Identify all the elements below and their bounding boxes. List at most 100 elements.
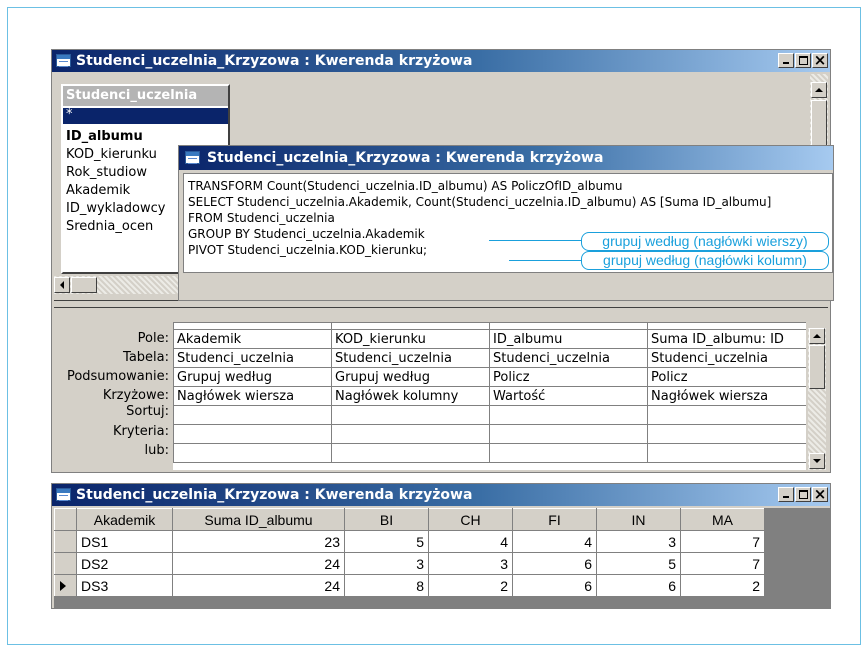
design-window-titlebar[interactable]: Studenci_uczelnia_Krzyzowa : Kwerenda kr… bbox=[52, 50, 830, 72]
close-button[interactable] bbox=[812, 51, 828, 69]
grid-cell[interactable]: Akademik bbox=[173, 329, 332, 349]
grid-cell[interactable] bbox=[647, 405, 806, 425]
sql-line-select: SELECT Studenci_uczelnia.Akademik, Count… bbox=[188, 195, 772, 209]
query-app-icon bbox=[185, 151, 200, 164]
column-header[interactable]: FI bbox=[512, 508, 597, 531]
grid-cell[interactable]: Studenci_uczelnia bbox=[647, 348, 806, 368]
grid-cell[interactable]: KOD_kierunku bbox=[331, 329, 490, 349]
table-cell[interactable]: 7 bbox=[680, 552, 765, 575]
table-cell[interactable]: 8 bbox=[344, 574, 429, 597]
column-header[interactable]: Suma ID_albumu bbox=[172, 508, 345, 531]
table-cell[interactable]: 24 bbox=[172, 574, 345, 597]
grid-cell[interactable] bbox=[489, 443, 648, 463]
grid-cell[interactable]: Nagłówek wiersza bbox=[647, 386, 806, 406]
column-header[interactable]: BI bbox=[344, 508, 429, 531]
grid-cell[interactable]: Studenci_uczelnia bbox=[173, 348, 332, 368]
grid-cell[interactable]: Nagłówek wiersza bbox=[173, 386, 332, 406]
table-cell[interactable]: 6 bbox=[512, 574, 597, 597]
grid-vscroll[interactable] bbox=[808, 328, 826, 470]
scroll-left-button[interactable] bbox=[54, 277, 70, 293]
table-cell[interactable]: 6 bbox=[512, 552, 597, 575]
table-cell[interactable]: 6 bbox=[596, 574, 681, 597]
table-cell[interactable]: 2 bbox=[428, 574, 513, 597]
qbe-row-labels: Pole: Tabela: Podsumowanie: Krzyżowe: So… bbox=[52, 331, 169, 471]
table-cell[interactable]: 5 bbox=[596, 552, 681, 575]
table-cell[interactable]: 3 bbox=[596, 530, 681, 553]
table-field-id-albumu[interactable]: ID_albumu bbox=[63, 128, 228, 146]
table-box-title[interactable]: Studenci_uczelnia bbox=[63, 86, 228, 106]
column-header[interactable]: IN bbox=[596, 508, 681, 531]
grid-cell[interactable]: Grupuj według bbox=[173, 367, 332, 387]
table-cell[interactable]: 3 bbox=[344, 552, 429, 575]
grid-cell[interactable] bbox=[647, 424, 806, 444]
grid-cell[interactable] bbox=[173, 424, 332, 444]
table-row: DS2 24 3 3 6 5 7 bbox=[54, 552, 765, 575]
table-cell[interactable]: 2 bbox=[680, 574, 765, 597]
row-label-krzyzowe: Krzyżowe: bbox=[102, 388, 169, 403]
record-selector[interactable] bbox=[54, 552, 77, 575]
column-header[interactable]: CH bbox=[428, 508, 513, 531]
grid-cell[interactable] bbox=[331, 443, 490, 463]
grid-cell[interactable] bbox=[173, 443, 332, 463]
grid-cell[interactable]: Studenci_uczelnia bbox=[331, 348, 490, 368]
maximize-button[interactable] bbox=[795, 487, 811, 502]
column-selector[interactable] bbox=[647, 322, 806, 330]
grid-cell[interactable] bbox=[331, 405, 490, 425]
column-selector[interactable] bbox=[173, 322, 332, 330]
grid-cell[interactable]: Policz bbox=[489, 367, 648, 387]
grid-scroll-thumb[interactable] bbox=[809, 345, 825, 389]
current-record-arrow-icon bbox=[60, 581, 66, 591]
grid-cell[interactable]: Grupuj według bbox=[331, 367, 490, 387]
scroll-up-button[interactable] bbox=[811, 82, 827, 98]
record-selector-current[interactable] bbox=[54, 574, 77, 597]
grid-cell[interactable] bbox=[173, 405, 332, 425]
table-cell[interactable]: DS3 bbox=[76, 574, 173, 597]
grid-cell[interactable]: Wartość bbox=[489, 386, 648, 406]
table-cell[interactable]: 4 bbox=[428, 530, 513, 553]
table-field-star[interactable]: * bbox=[63, 108, 228, 124]
datasheet-area: Akademik Suma ID_albumu BI CH FI IN MA D… bbox=[54, 508, 830, 608]
grid-cell[interactable]: Suma ID_albumu: ID bbox=[647, 329, 806, 349]
grid-scroll-up-button[interactable] bbox=[809, 328, 825, 344]
column-selector[interactable] bbox=[489, 322, 648, 330]
table-cell[interactable]: 4 bbox=[512, 530, 597, 553]
pane-splitter[interactable] bbox=[54, 300, 828, 308]
minimize-button[interactable] bbox=[778, 53, 794, 68]
grid-cell[interactable]: Nagłówek kolumny bbox=[331, 386, 490, 406]
sql-line-transform: TRANSFORM Count(Studenci_uczelnia.ID_alb… bbox=[188, 179, 623, 193]
table-cell[interactable]: 24 bbox=[172, 552, 345, 575]
record-selector[interactable] bbox=[54, 530, 77, 553]
table-row: DS1 23 5 4 4 3 7 bbox=[54, 530, 765, 553]
hscroll-thumb[interactable] bbox=[71, 277, 97, 293]
minimize-button[interactable] bbox=[778, 487, 794, 502]
grid-cell[interactable]: ID_albumu bbox=[489, 329, 648, 349]
result-window-titlebar[interactable]: Studenci_uczelnia_Krzyzowa : Kwerenda kr… bbox=[52, 484, 830, 506]
grid-cell[interactable] bbox=[489, 405, 648, 425]
table-cell[interactable]: 23 bbox=[172, 530, 345, 553]
column-header[interactable]: MA bbox=[680, 508, 765, 531]
grid-row-pole: Akademik KOD_kierunku ID_albumu Suma ID_… bbox=[173, 329, 806, 349]
table-cell[interactable]: 3 bbox=[428, 552, 513, 575]
grid-scroll-down-button[interactable] bbox=[809, 453, 825, 469]
grid-cell[interactable] bbox=[647, 443, 806, 463]
datasheet-table: Akademik Suma ID_albumu BI CH FI IN MA D… bbox=[54, 508, 765, 597]
datasheet-header-row: Akademik Suma ID_albumu BI CH FI IN MA bbox=[54, 508, 765, 531]
grid-cell[interactable]: Studenci_uczelnia bbox=[489, 348, 648, 368]
row-label-lub: lub: bbox=[144, 443, 169, 458]
row-label-tabela: Tabela: bbox=[123, 350, 169, 365]
column-selector[interactable] bbox=[331, 322, 490, 330]
sql-window-titlebar[interactable]: Studenci_uczelnia_Krzyzowa : Kwerenda kr… bbox=[179, 146, 833, 170]
column-header[interactable]: Akademik bbox=[76, 508, 173, 531]
column-selector-row bbox=[173, 322, 806, 330]
result-window-title: Studenci_uczelnia_Krzyzowa : Kwerenda kr… bbox=[76, 487, 473, 503]
grid-cell[interactable] bbox=[331, 424, 490, 444]
close-button[interactable] bbox=[812, 485, 828, 503]
table-cell[interactable]: 5 bbox=[344, 530, 429, 553]
maximize-button[interactable] bbox=[795, 53, 811, 68]
grid-cell[interactable]: Policz bbox=[647, 367, 806, 387]
table-cell[interactable]: DS2 bbox=[76, 552, 173, 575]
table-cell[interactable]: 7 bbox=[680, 530, 765, 553]
select-all-corner[interactable] bbox=[54, 508, 77, 531]
grid-cell[interactable] bbox=[489, 424, 648, 444]
table-cell[interactable]: DS1 bbox=[76, 530, 173, 553]
